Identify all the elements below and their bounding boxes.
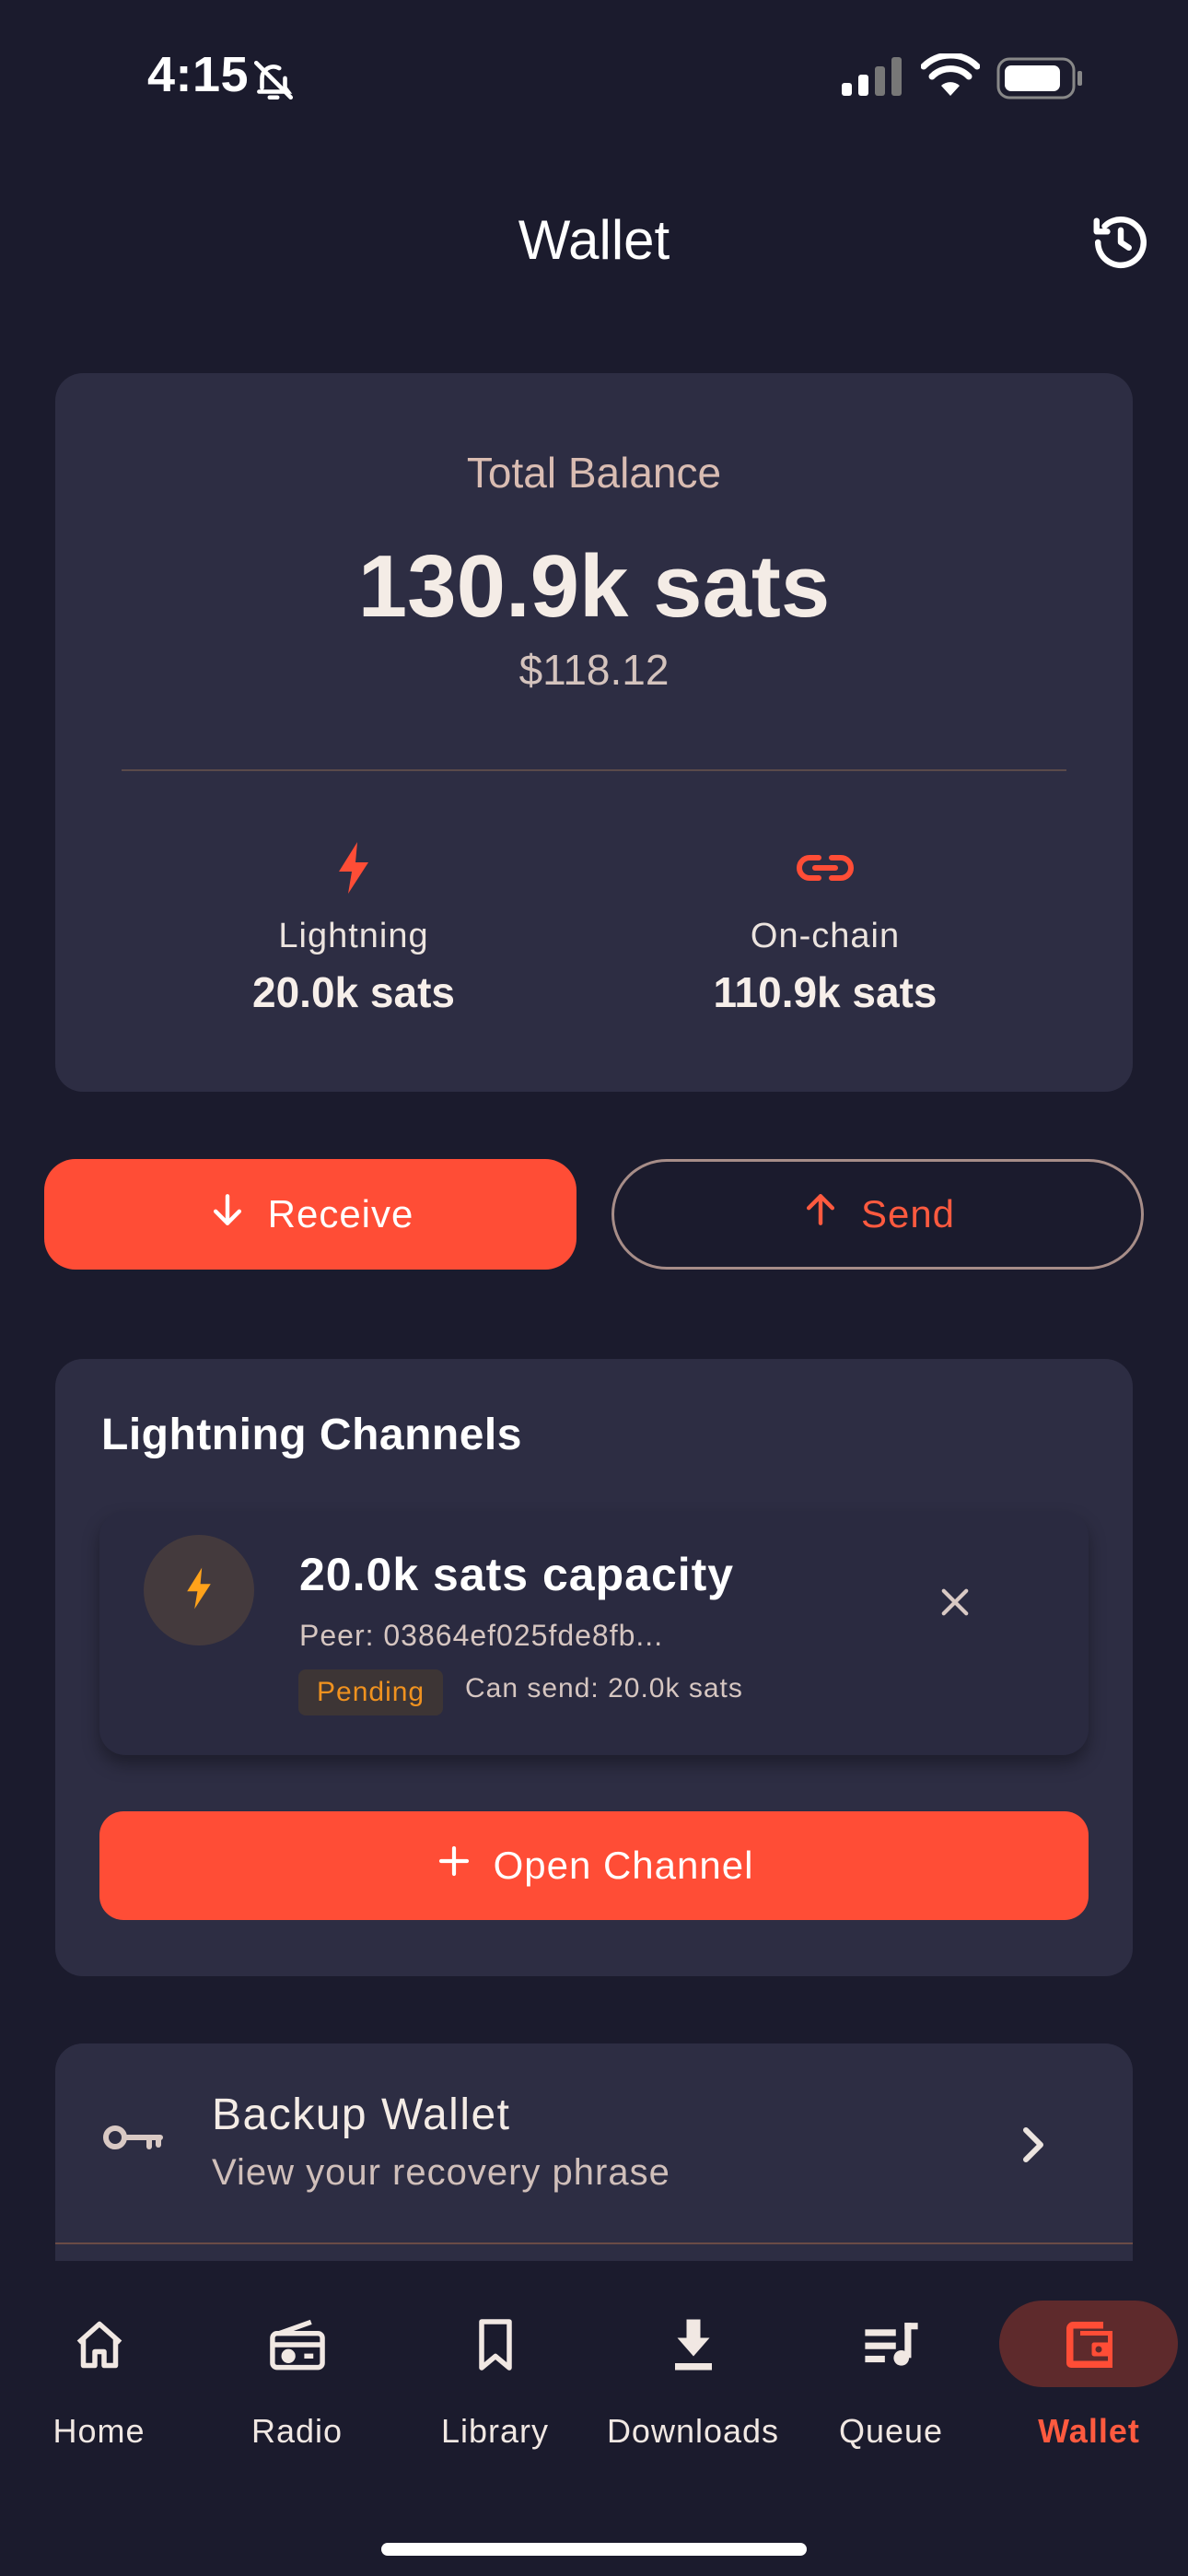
nav-item-home[interactable]: Home xyxy=(0,2303,198,2451)
arrow-up-icon xyxy=(800,1189,841,1239)
lightning-balance: 20.0k sats xyxy=(252,968,455,1016)
balance-divider xyxy=(122,769,1066,771)
key-icon xyxy=(101,2119,166,2160)
total-balance-label: Total Balance xyxy=(466,449,722,497)
send-button[interactable]: Send xyxy=(611,1159,1144,1270)
backup-subtitle: View your recovery phrase xyxy=(212,2152,670,2193)
nav-label-library: Library xyxy=(440,2412,550,2450)
battery-icon xyxy=(996,57,1085,104)
wallet-icon xyxy=(990,2303,1188,2386)
channel-avatar xyxy=(144,1535,254,1645)
total-balance-fiat: $118.12 xyxy=(518,646,670,694)
page-title: Wallet xyxy=(518,209,670,271)
lightning-label: Lightning xyxy=(278,917,429,955)
lightning-icon xyxy=(114,840,593,899)
wifi-icon xyxy=(920,52,981,102)
channel-capacity: 20.0k sats capacity xyxy=(299,1549,735,1600)
close-channel-icon[interactable] xyxy=(936,1583,974,1626)
lightning-bolt-icon xyxy=(184,1565,214,1616)
nav-label-wallet: Wallet xyxy=(1038,2412,1140,2450)
cellular-signal-icon xyxy=(840,57,904,100)
nav-item-wallet[interactable]: Wallet xyxy=(990,2303,1188,2451)
send-label: Send xyxy=(860,1192,956,1235)
nav-item-library[interactable]: Library xyxy=(396,2303,594,2451)
onchain-label: On-chain xyxy=(750,917,901,955)
arrow-down-icon xyxy=(207,1189,248,1239)
receive-button[interactable]: Receive xyxy=(44,1159,577,1270)
nav-label-queue: Queue xyxy=(838,2412,944,2450)
status-time: 4:15 xyxy=(147,47,250,102)
bookmark-icon xyxy=(396,2303,594,2386)
total-balance-sats: 130.9k sats xyxy=(357,537,831,636)
channel-can-send: Can send: 20.0k sats xyxy=(465,1673,743,1704)
channel-peer: Peer: 03864ef025fde8fb... xyxy=(299,1619,664,1652)
download-icon xyxy=(594,2303,792,2386)
nav-item-downloads[interactable]: Downloads xyxy=(594,2303,792,2451)
backup-divider xyxy=(55,2242,1133,2244)
open-channel-label: Open Channel xyxy=(493,1844,754,1887)
silent-bell-icon xyxy=(250,57,297,108)
open-channel-button[interactable]: Open Channel xyxy=(99,1811,1089,1920)
home-icon xyxy=(0,2303,198,2386)
backup-title: Backup Wallet xyxy=(212,2090,511,2139)
home-indicator[interactable] xyxy=(381,2543,807,2556)
status-badge: Pending xyxy=(298,1669,444,1715)
nav-label-radio: Radio xyxy=(250,2412,344,2450)
nav-label-home: Home xyxy=(52,2412,146,2450)
onchain-balance: 110.9k sats xyxy=(713,968,938,1016)
nav-label-downloads: Downloads xyxy=(606,2412,780,2450)
radio-icon xyxy=(198,2303,396,2386)
nav-item-radio[interactable]: Radio xyxy=(198,2303,396,2451)
history-icon[interactable] xyxy=(1089,210,1153,279)
chevron-right-icon xyxy=(1020,2125,1048,2170)
receive-label: Receive xyxy=(267,1192,414,1235)
link-icon xyxy=(586,840,1065,899)
plus-icon xyxy=(435,1842,473,1890)
nav-item-queue[interactable]: Queue xyxy=(792,2303,990,2451)
channels-title: Lightning Channels xyxy=(101,1411,522,1459)
queue-icon xyxy=(792,2303,990,2386)
